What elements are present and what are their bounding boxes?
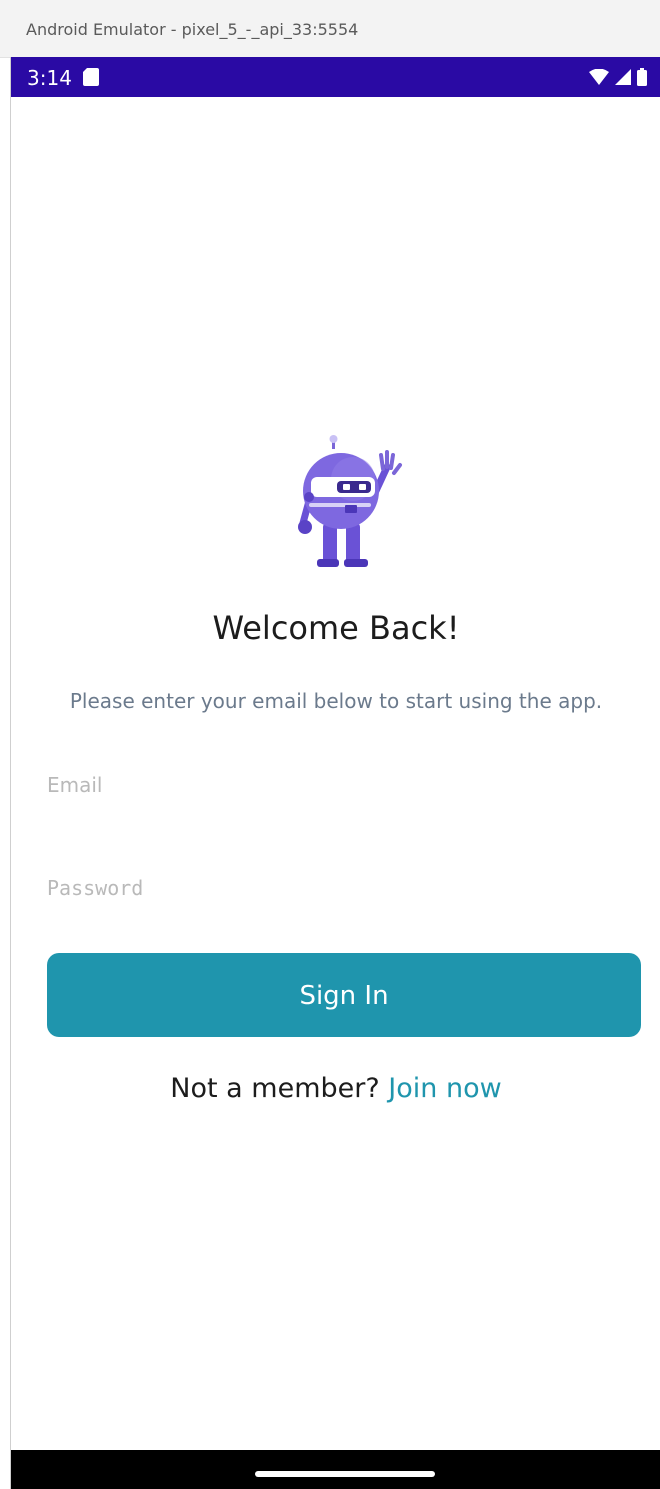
password-field[interactable] [47,862,641,914]
wifi-icon [589,69,609,85]
signup-prompt: Not a member? Join now [11,1073,660,1104]
page-subtitle: Please enter your email below to start u… [69,689,603,713]
home-gesture-handle[interactable] [255,1471,435,1477]
status-time: 3:14 [27,66,72,90]
sd-card-icon [83,68,99,91]
device-screen: 3:14 Welcome Back! Please enter your ema… [10,57,660,1489]
window-title: Android Emulator - pixel_5_-_api_33:5554 [26,20,359,39]
member-prompt-text: Not a member? [170,1073,380,1104]
navigation-bar [11,1450,660,1489]
login-page: Welcome Back! Please enter your email be… [11,97,660,1450]
emulator-titlebar: Android Emulator - pixel_5_-_api_33:5554 [0,0,660,58]
status-bar: 3:14 [11,57,660,97]
join-now-link[interactable]: Join now [388,1073,501,1104]
sign-in-button[interactable]: Sign In [47,953,641,1037]
email-field[interactable] [47,759,641,811]
signal-icon [615,69,631,85]
battery-icon [637,68,647,86]
page-title: Welcome Back! [212,609,460,647]
robot-mascot-icon [283,435,403,571]
